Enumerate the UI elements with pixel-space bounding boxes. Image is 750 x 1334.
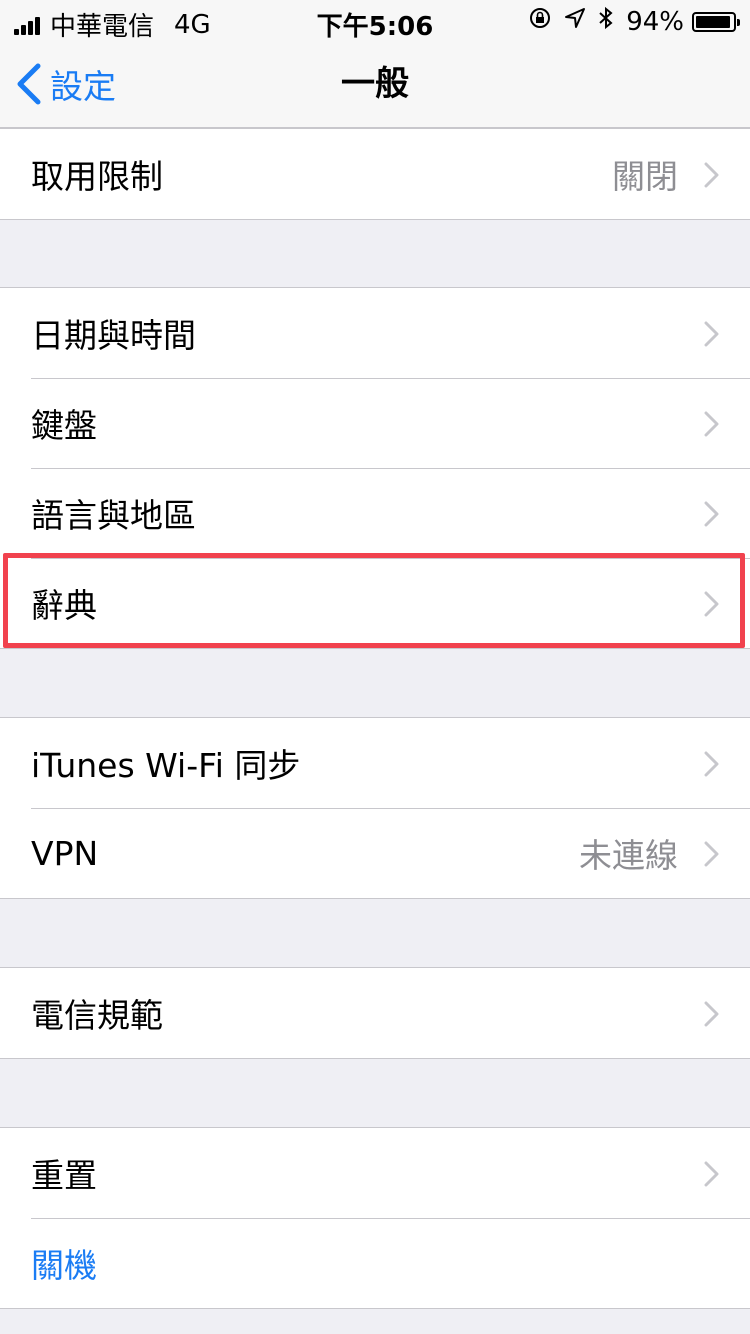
row-value: 關閉 [612, 157, 678, 196]
battery-icon [692, 11, 740, 32]
page-title: 一般 [341, 64, 409, 104]
location-arrow-icon [564, 7, 586, 36]
settings-group-network: iTunes Wi-Fi 同步 VPN 未連線 [0, 717, 750, 899]
row-label: 重置 [31, 1156, 97, 1195]
chevron-right-icon [704, 751, 719, 777]
row-label: 鍵盤 [31, 406, 97, 445]
row-label: VPN [31, 833, 99, 873]
row-label: 語言與地區 [31, 496, 196, 535]
row-label: 日期與時間 [31, 316, 196, 355]
settings-row-itunes-wifi-sync[interactable]: iTunes Wi-Fi 同步 [0, 718, 750, 808]
chevron-right-icon [704, 591, 719, 617]
shut-down-button[interactable]: 關機 [0, 1218, 750, 1308]
settings-row-carrier-regulatory[interactable]: 電信規範 [0, 968, 750, 1058]
orientation-lock-icon [528, 6, 552, 37]
navigation-bar: 設定 一般 [0, 40, 750, 128]
settings-group-regulatory: 電信規範 [0, 967, 750, 1059]
settings-row-restrictions[interactable]: 取用限制 關閉 [0, 129, 750, 219]
settings-row-reset[interactable]: 重置 [0, 1128, 750, 1218]
settings-row-date-time[interactable]: 日期與時間 [0, 288, 750, 378]
shut-down-label: 關機 [31, 1246, 97, 1285]
settings-group-restrictions: 取用限制 關閉 [0, 128, 750, 220]
chevron-right-icon [704, 1161, 719, 1187]
settings-row-dictionary[interactable]: 辭典 [0, 558, 750, 648]
row-value: 未連線 [579, 836, 678, 875]
status-bar: 中華電信 4G 下午5:06 94% [0, 0, 750, 42]
settings-row-vpn[interactable]: VPN 未連線 [0, 808, 750, 898]
row-label: 電信規範 [31, 996, 163, 1035]
row-label: 辭典 [31, 586, 97, 625]
chevron-right-icon [704, 841, 719, 867]
status-right: 94% [516, 6, 740, 37]
settings-group-reset: 重置 關機 [0, 1127, 750, 1309]
row-label: 取用限制 [31, 157, 163, 196]
row-label: iTunes Wi-Fi 同步 [31, 746, 301, 785]
chevron-right-icon [704, 162, 719, 188]
battery-percent: 94% [626, 6, 684, 37]
chevron-right-icon [704, 411, 719, 437]
chevron-right-icon [704, 1001, 719, 1027]
settings-row-keyboard[interactable]: 鍵盤 [0, 378, 750, 468]
bluetooth-icon [598, 6, 614, 37]
settings-group-locale: 日期與時間 鍵盤 語言與地區 辭典 [0, 287, 750, 649]
settings-row-language-region[interactable]: 語言與地區 [0, 468, 750, 558]
chevron-right-icon [704, 501, 719, 527]
chevron-right-icon [704, 321, 719, 347]
